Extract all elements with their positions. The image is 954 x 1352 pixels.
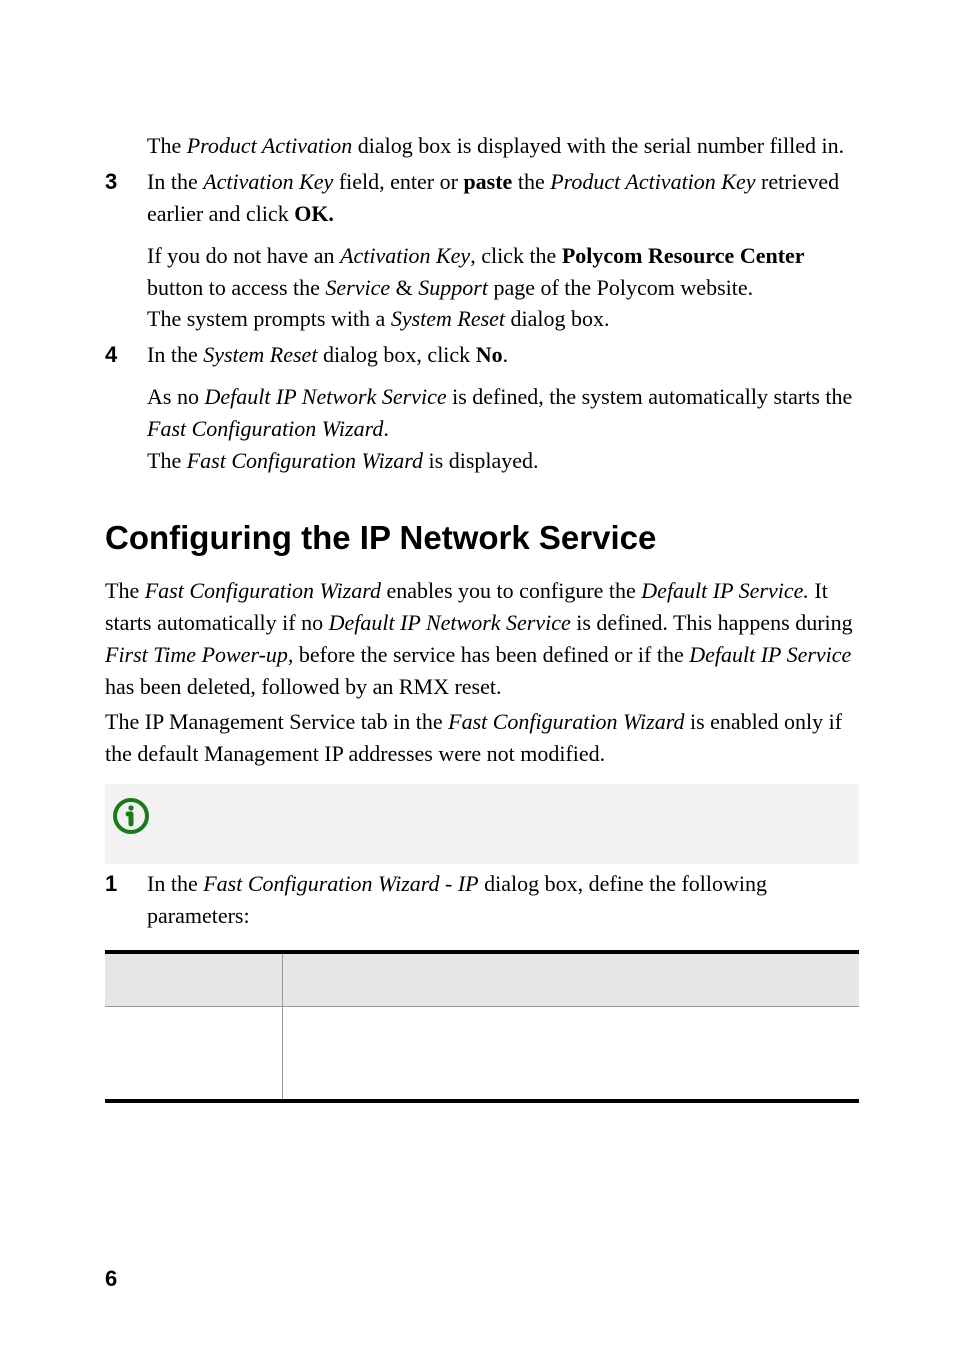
intro-block: The Product Activation dialog box is dis…: [105, 130, 859, 162]
step4-line1: In the System Reset dialog box, click No…: [147, 339, 859, 371]
text: &: [390, 275, 418, 300]
text: page of the Polycom website.: [488, 275, 753, 300]
text-italic: Fast Configuration Wizard: [203, 871, 439, 896]
text: If you do not have an: [147, 243, 340, 268]
text: As no: [147, 384, 204, 409]
text-italic: Fast Configuration Wizard: [145, 578, 381, 603]
table-header-cell: [283, 952, 860, 1007]
table-header-cell: [105, 952, 283, 1007]
text: .: [383, 416, 389, 441]
text-italic: Default IP Network Service: [204, 384, 446, 409]
text: the: [512, 169, 550, 194]
text: .: [503, 342, 509, 367]
text: , before the service has been defined or…: [288, 642, 689, 667]
text-italic: Product Activation: [187, 133, 353, 158]
text: The system prompts with a: [147, 306, 391, 331]
document-page: The Product Activation dialog box is dis…: [0, 0, 954, 1352]
table-cell: [105, 1007, 283, 1102]
step-number: 3: [105, 166, 147, 335]
info-note-row: [105, 784, 859, 864]
step-1: 1 In the Fast Configuration Wizard - IP …: [105, 868, 859, 932]
text: is displayed.: [423, 448, 539, 473]
table-row: [105, 1007, 859, 1102]
text-italic: System Reset: [391, 306, 505, 331]
text-bold: No: [476, 342, 503, 367]
step-body: In the Activation Key field, enter or pa…: [147, 166, 859, 335]
text: button to access the: [147, 275, 325, 300]
text: has been deleted, followed by an RMX res…: [105, 674, 502, 699]
step3-line1: In the Activation Key field, enter or pa…: [147, 166, 859, 230]
page-number: 6: [105, 1266, 117, 1292]
step-3: 3 In the Activation Key field, enter or …: [105, 166, 859, 335]
step4-line2: As no Default IP Network Service is defi…: [147, 381, 859, 477]
text: The: [147, 448, 187, 473]
text: enables you to configure the: [381, 578, 641, 603]
text: dialog box, click: [317, 342, 475, 367]
section-heading: Configuring the IP Network Service: [105, 519, 859, 557]
text-italic: Service: [325, 275, 390, 300]
text-italic: Fast Configuration Wizard: [147, 416, 383, 441]
text-italic: First Time Power-up: [105, 642, 288, 667]
step-4: 4 In the System Reset dialog box, click …: [105, 339, 859, 477]
step-number: 4: [105, 339, 147, 477]
text: dialog box is displayed with the serial …: [352, 133, 844, 158]
step-number: 1: [105, 868, 147, 932]
intro-body: The Product Activation dialog box is dis…: [147, 130, 859, 162]
table-cell: [283, 1007, 860, 1102]
text: field, enter or: [333, 169, 463, 194]
intro-paragraph: The Product Activation dialog box is dis…: [147, 130, 859, 162]
section-para1: The Fast Configuration Wizard enables yo…: [105, 575, 859, 703]
section-para2: The IP Management Service tab in the Fas…: [105, 706, 859, 770]
text: dialog box.: [505, 306, 610, 331]
table-header-row: [105, 952, 859, 1007]
text: In the: [147, 871, 203, 896]
text-italic: Activation Key: [340, 243, 470, 268]
text-italic: IP: [458, 871, 479, 896]
text-italic: System Reset: [203, 342, 317, 367]
text-bold: OK.: [294, 201, 334, 226]
step1-line1: In the Fast Configuration Wizard - IP di…: [147, 868, 859, 932]
text-italic: Default IP Service: [689, 642, 851, 667]
text: , click the: [470, 243, 562, 268]
text: is defined, the system automatically sta…: [447, 384, 853, 409]
text-italic: Default IP Network Service: [329, 610, 571, 635]
text: The IP Management Service tab in the: [105, 709, 448, 734]
text: The: [105, 578, 145, 603]
text-italic: Support: [418, 275, 488, 300]
text: The: [147, 133, 187, 158]
text-italic: Fast Configuration Wizard: [187, 448, 423, 473]
parameters-table: [105, 950, 859, 1103]
text-italic: Fast Configuration Wizard: [448, 709, 684, 734]
text-italic: Default IP Service.: [641, 578, 809, 603]
step-body: In the Fast Configuration Wizard - IP di…: [147, 868, 859, 932]
info-icon: [113, 798, 149, 834]
text: In the: [147, 169, 203, 194]
intro-spacer: [105, 130, 147, 162]
text-bold: paste: [463, 169, 512, 194]
step-body: In the System Reset dialog box, click No…: [147, 339, 859, 477]
text-italic: Product Activation Key: [550, 169, 755, 194]
text: In the: [147, 342, 203, 367]
step3-line2: If you do not have an Activation Key, cl…: [147, 240, 859, 336]
text: -: [440, 871, 458, 896]
text-italic: Activation Key: [203, 169, 333, 194]
text: is defined. This happens during: [571, 610, 853, 635]
text-bold: Polycom Resource Center: [562, 243, 805, 268]
